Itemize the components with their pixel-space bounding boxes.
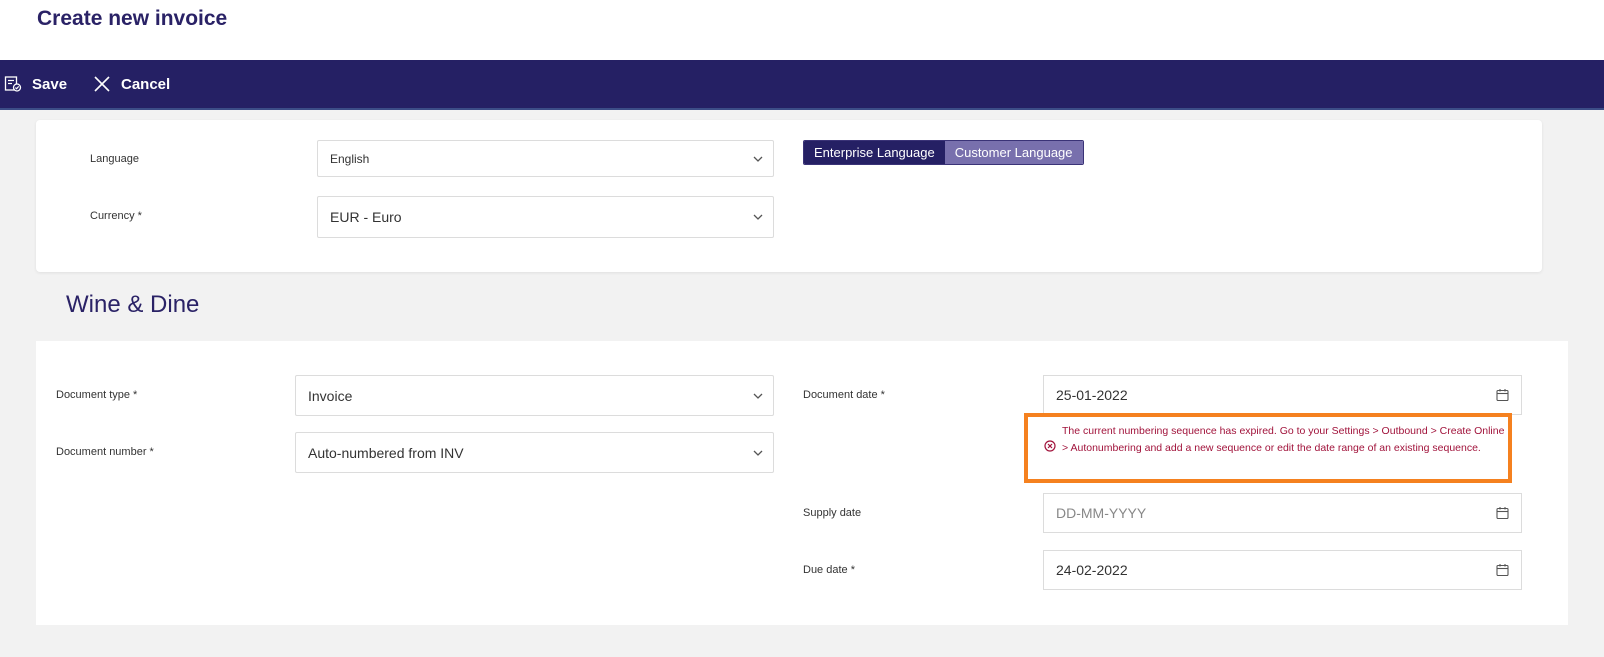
calendar-icon[interactable] [1496,389,1509,402]
document-type-label: Document type * [56,389,138,401]
document-number-value: Auto-numbered from INV [308,444,464,461]
customer-name: Wine & Dine [66,291,200,318]
document-type-value: Invoice [308,387,353,404]
supply-date-label: Supply date [803,507,862,519]
cancel-label: Cancel [121,75,171,93]
calendar-icon[interactable] [1496,564,1509,577]
calendar-icon[interactable] [1496,507,1509,520]
error-message-box: The current numbering sequence has expir… [1024,413,1512,483]
chevron-down-icon [753,450,763,456]
language-label: Language [90,153,139,165]
page-header: Create new invoice [0,0,1604,60]
document-date-label: Document date * [803,389,885,401]
settings-card [36,120,1542,272]
customer-language-option[interactable]: Customer Language [944,141,1083,164]
enterprise-language-option[interactable]: Enterprise Language [804,141,945,164]
page-title: Create new invoice [37,7,228,30]
document-type-select[interactable]: Invoice [295,375,774,416]
chevron-down-icon [753,393,763,399]
language-select[interactable]: English [317,140,774,177]
due-date-value: 24-02-2022 [1056,562,1128,578]
save-button[interactable]: Save [4,60,67,108]
document-date-input[interactable]: 25-01-2022 [1043,375,1522,415]
currency-select[interactable]: EUR - Euro [317,196,774,238]
language-toggle: Enterprise Language Customer Language [803,140,1084,165]
supply-date-placeholder: DD-MM-YYYY [1056,505,1147,521]
document-date-value: 25-01-2022 [1056,387,1128,403]
currency-value: EUR - Euro [330,209,402,225]
cancel-button[interactable]: Cancel [93,60,170,108]
close-icon [94,76,110,92]
chevron-down-icon [753,214,763,220]
toolbar: Save Cancel [0,60,1604,110]
due-date-input[interactable]: 24-02-2022 [1043,550,1522,590]
due-date-label: Due date * [803,564,855,576]
language-value: English [330,151,370,166]
error-message-text: The current numbering sequence has expir… [1062,425,1505,454]
document-number-label: Document number * [56,446,154,458]
supply-date-input[interactable]: DD-MM-YYYY [1043,493,1522,533]
error-icon [1044,440,1056,452]
chevron-down-icon [753,156,763,162]
document-number-select[interactable]: Auto-numbered from INV [295,432,774,473]
save-label: Save [32,75,68,93]
currency-label: Currency * [90,210,142,222]
save-icon [4,76,22,92]
